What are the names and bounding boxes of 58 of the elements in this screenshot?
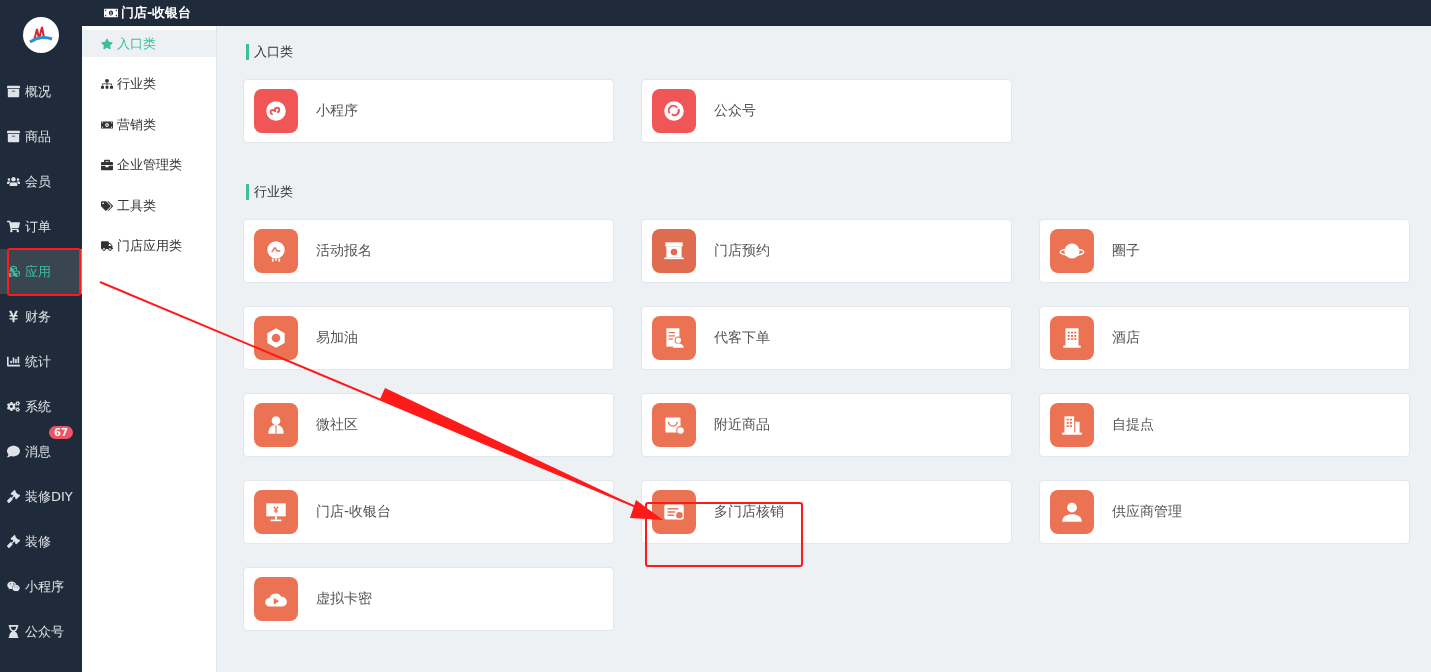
category-item[interactable]: 企业管理类 bbox=[82, 151, 216, 179]
app-card[interactable]: 微社区 bbox=[243, 393, 614, 457]
logo bbox=[23, 16, 59, 53]
nav-item[interactable]: 系统 bbox=[0, 384, 82, 429]
briefcase-icon bbox=[101, 159, 113, 171]
hammer-icon bbox=[7, 490, 20, 503]
category-item[interactable]: 营销类 bbox=[82, 111, 216, 138]
users-icon bbox=[7, 175, 20, 188]
nav-item[interactable]: 装修DIY bbox=[0, 474, 82, 519]
sitemap-icon bbox=[101, 78, 113, 90]
nav-item[interactable]: 装修 bbox=[0, 519, 82, 564]
app-card[interactable]: 酒店 bbox=[1039, 306, 1410, 370]
app-card[interactable]: 小程序 bbox=[243, 79, 614, 143]
page-title: 门店-收银台 bbox=[121, 4, 192, 22]
bar-chart-icon bbox=[7, 355, 20, 368]
nav-item[interactable]: 统计 bbox=[0, 339, 82, 384]
app-card[interactable]: 公众号 bbox=[641, 79, 1012, 143]
nav-item[interactable]: 会员 bbox=[0, 159, 82, 204]
yen-icon bbox=[7, 310, 20, 323]
app-card[interactable]: 圈子 bbox=[1039, 219, 1410, 283]
archive-icon bbox=[7, 85, 20, 98]
hammer-icon bbox=[7, 535, 20, 548]
nav-item[interactable]: 公众号 bbox=[0, 609, 82, 654]
app-card[interactable]: 虚拟卡密 bbox=[243, 567, 614, 631]
app-card[interactable]: 附近商品 bbox=[641, 393, 1012, 457]
app-card[interactable]: 易加油 bbox=[243, 306, 614, 370]
tag-icon bbox=[101, 199, 113, 212]
category-item[interactable]: 行业类 bbox=[82, 70, 216, 98]
app-card[interactable]: 门店-收银台 bbox=[243, 480, 614, 544]
category-item[interactable]: 门店应用类 bbox=[82, 232, 216, 260]
settings-icon bbox=[7, 400, 20, 413]
nav-item[interactable]: 小程序 bbox=[0, 564, 82, 609]
category-item[interactable]: 工具类 bbox=[82, 192, 216, 219]
app-card[interactable]: 代客下单 bbox=[641, 306, 1012, 370]
banknote-icon bbox=[101, 118, 113, 131]
section-title: 入口类 bbox=[246, 44, 1431, 60]
star-icon bbox=[101, 37, 113, 50]
cubes-icon bbox=[7, 265, 20, 278]
unread-badge: 67 bbox=[49, 426, 73, 439]
nav-item[interactable]: 订单 bbox=[0, 204, 82, 249]
app-card[interactable]: 自提点 bbox=[1039, 393, 1410, 457]
nav-item[interactable]: 财务 bbox=[0, 294, 82, 339]
speech-bubble-icon bbox=[7, 445, 20, 458]
app-card[interactable]: 活动报名 bbox=[243, 219, 614, 283]
nav-item[interactable]: 概况 bbox=[0, 69, 82, 114]
app-card[interactable]: 供应商管理 bbox=[1039, 480, 1410, 544]
truck-icon bbox=[101, 240, 113, 252]
nav-item[interactable]: 商品 bbox=[0, 114, 82, 159]
app-card[interactable]: 门店预约 bbox=[641, 219, 1012, 283]
chat-bubbles-icon bbox=[7, 580, 20, 593]
section-title: 行业类 bbox=[246, 184, 1431, 200]
archive-icon bbox=[7, 130, 20, 143]
app-card[interactable]: 多门店核销 bbox=[641, 480, 1012, 544]
nav-item[interactable]: 消息 67 bbox=[0, 429, 82, 474]
nav-item[interactable]: 应用 bbox=[0, 249, 82, 294]
hourglass-icon bbox=[7, 625, 20, 638]
cart-icon bbox=[7, 220, 20, 233]
banknote-icon bbox=[104, 6, 118, 20]
